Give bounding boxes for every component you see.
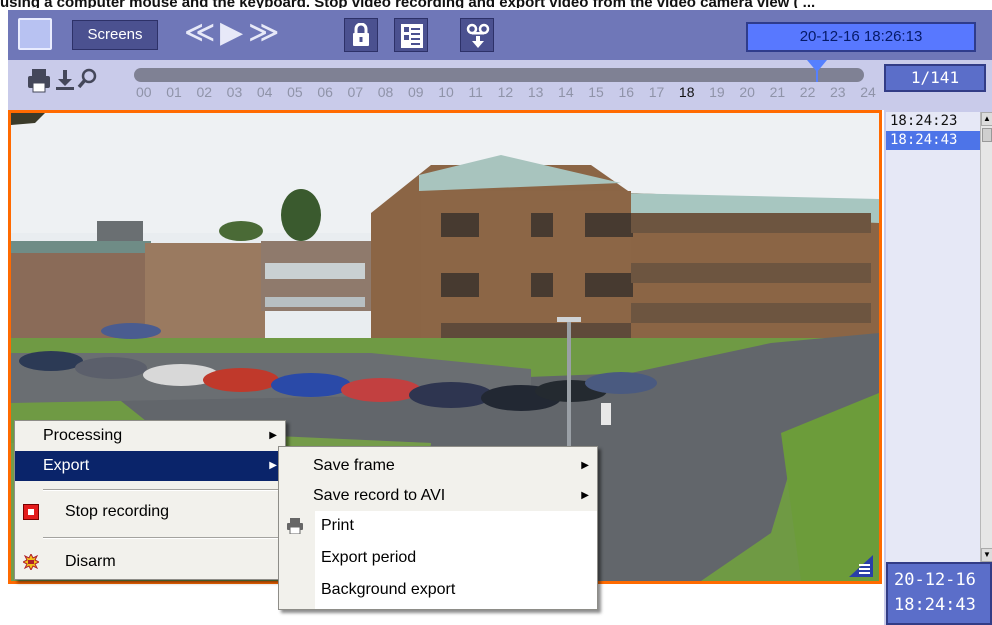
timeline-hour-label: 18 (678, 84, 695, 100)
print-icon[interactable] (28, 69, 50, 93)
timeline-hour-label: 24 (860, 84, 876, 100)
archive-button[interactable] (460, 18, 494, 52)
menu-item-stop-recording[interactable]: Stop recording (15, 497, 285, 527)
timeline-hour-label: 09 (407, 84, 424, 100)
record-list: 18:24:23 18:24:43 (886, 112, 980, 562)
menu-item-save-frame[interactable]: Save frame ▶ (279, 451, 597, 481)
event-list-button[interactable] (394, 18, 428, 52)
timeline-hour-label: 10 (438, 84, 454, 100)
menu-item-processing[interactable]: Processing ▶ (15, 421, 285, 451)
search-icon[interactable] (77, 68, 97, 89)
stop-recording-icon (23, 504, 39, 520)
submenu-arrow-icon: ▶ (269, 460, 277, 471)
record-list-scrollbar[interactable]: ▲ ▼ (980, 112, 992, 562)
list-item[interactable]: 18:24:23 (886, 112, 980, 131)
record-counter: 1/141 (884, 64, 986, 92)
timeline-hour-label: 16 (618, 84, 635, 100)
scroll-down-arrow-icon[interactable]: ▼ (981, 548, 992, 562)
menu-item-export[interactable]: Export ▶ (15, 451, 285, 481)
menu-item-background-export[interactable]: Background export (279, 575, 597, 605)
menu-separator (43, 537, 281, 539)
lock-button[interactable] (344, 18, 378, 52)
fast-forward-icon[interactable]: ≫ (248, 10, 279, 56)
record-list-panel: 18:24:23 18:24:43 ▲ ▼ 20-12-16 18:24:43 (884, 110, 992, 625)
timeline-hour-label: 02 (196, 84, 213, 100)
timeline-hour-label: 05 (287, 84, 303, 100)
timeline-hour-label: 06 (317, 84, 333, 100)
timeline-hour-label: 08 (377, 84, 394, 100)
timeline-hour-label: 03 (226, 84, 243, 100)
menu-item-save-record-avi[interactable]: Save record to AVI ▶ (279, 481, 597, 511)
top-toolbar: Screens ≪ ▶ ≫ 20-12-16 18:26:13 (8, 10, 992, 60)
list-icon (401, 24, 423, 48)
submenu-arrow-icon: ▶ (581, 490, 589, 501)
timeline-hour-label: 15 (588, 84, 604, 100)
timeline-hour-label: 14 (558, 84, 574, 100)
document-heading-text: using a computer mouse and the keyboard.… (0, 0, 992, 8)
lock-icon (353, 23, 369, 46)
timeline-hour-label: 23 (830, 84, 846, 100)
scroll-up-arrow-icon[interactable]: ▲ (981, 112, 992, 126)
layout-select-button[interactable] (18, 18, 52, 50)
timeline-hour-label: 21 (769, 84, 786, 100)
scrollbar-thumb[interactable] (982, 128, 992, 142)
menu-item-print[interactable]: Print (279, 511, 597, 541)
timeline-hour-label: 07 (347, 84, 364, 100)
timeline-hour-label: 12 (497, 84, 514, 100)
list-item-selected[interactable]: 18:24:43 (886, 131, 980, 150)
timeline-hour-label: 22 (799, 84, 816, 100)
tape-download-icon (466, 23, 490, 48)
camera-context-menu: Processing ▶ Export ▶ Stop recording Dis… (14, 420, 286, 580)
rewind-icon[interactable]: ≪ (184, 10, 215, 56)
timeline-hour-label: 00 (136, 84, 152, 100)
menu-separator (43, 489, 281, 491)
submenu-arrow-icon: ▶ (581, 460, 589, 471)
screens-button[interactable]: Screens (72, 20, 158, 50)
export-submenu: Save frame ▶ Save record to AVI ▶ Print … (278, 446, 598, 610)
timeline-hour-label: 20 (739, 84, 755, 100)
timeline-hour-label: 17 (648, 84, 665, 100)
download-icon[interactable] (56, 70, 74, 90)
timeline-hour-label: 13 (527, 84, 544, 100)
timeline-position-marker[interactable] (806, 60, 828, 82)
disarm-icon (23, 554, 39, 570)
submenu-arrow-icon: ▶ (269, 430, 277, 441)
timeline-hour-label: 04 (256, 84, 273, 100)
timeline-panel: 00 01 02 03 04 05 06 07 08 09 10 11 12 13 14 15 16 17 18 19… (8, 60, 992, 110)
print-icon (287, 518, 303, 534)
current-record-time: 18:24:43 (894, 595, 976, 615)
timeline-hour-label: 01 (166, 84, 182, 100)
current-datetime: 20-12-16 18:26:13 (746, 22, 976, 52)
play-icon[interactable]: ▶ (220, 10, 243, 56)
timeline-tools (26, 66, 126, 99)
current-record-date: 20-12-16 (894, 570, 976, 590)
current-record-datetime: 20-12-16 18:24:43 (886, 562, 992, 625)
timeline-hour-labels: 00 01 02 03 04 05 06 07 08 09 10 11 12 13 14 15 16 17 18 19… (136, 84, 876, 104)
timeline-scrubber[interactable] (134, 60, 864, 82)
timeline-hour-label: 19 (709, 84, 725, 100)
hamburger-menu-icon[interactable] (847, 555, 873, 577)
menu-item-export-period[interactable]: Export period (279, 543, 597, 573)
menu-item-disarm[interactable]: Disarm (15, 547, 285, 577)
timeline-hour-label: 11 (468, 84, 483, 100)
